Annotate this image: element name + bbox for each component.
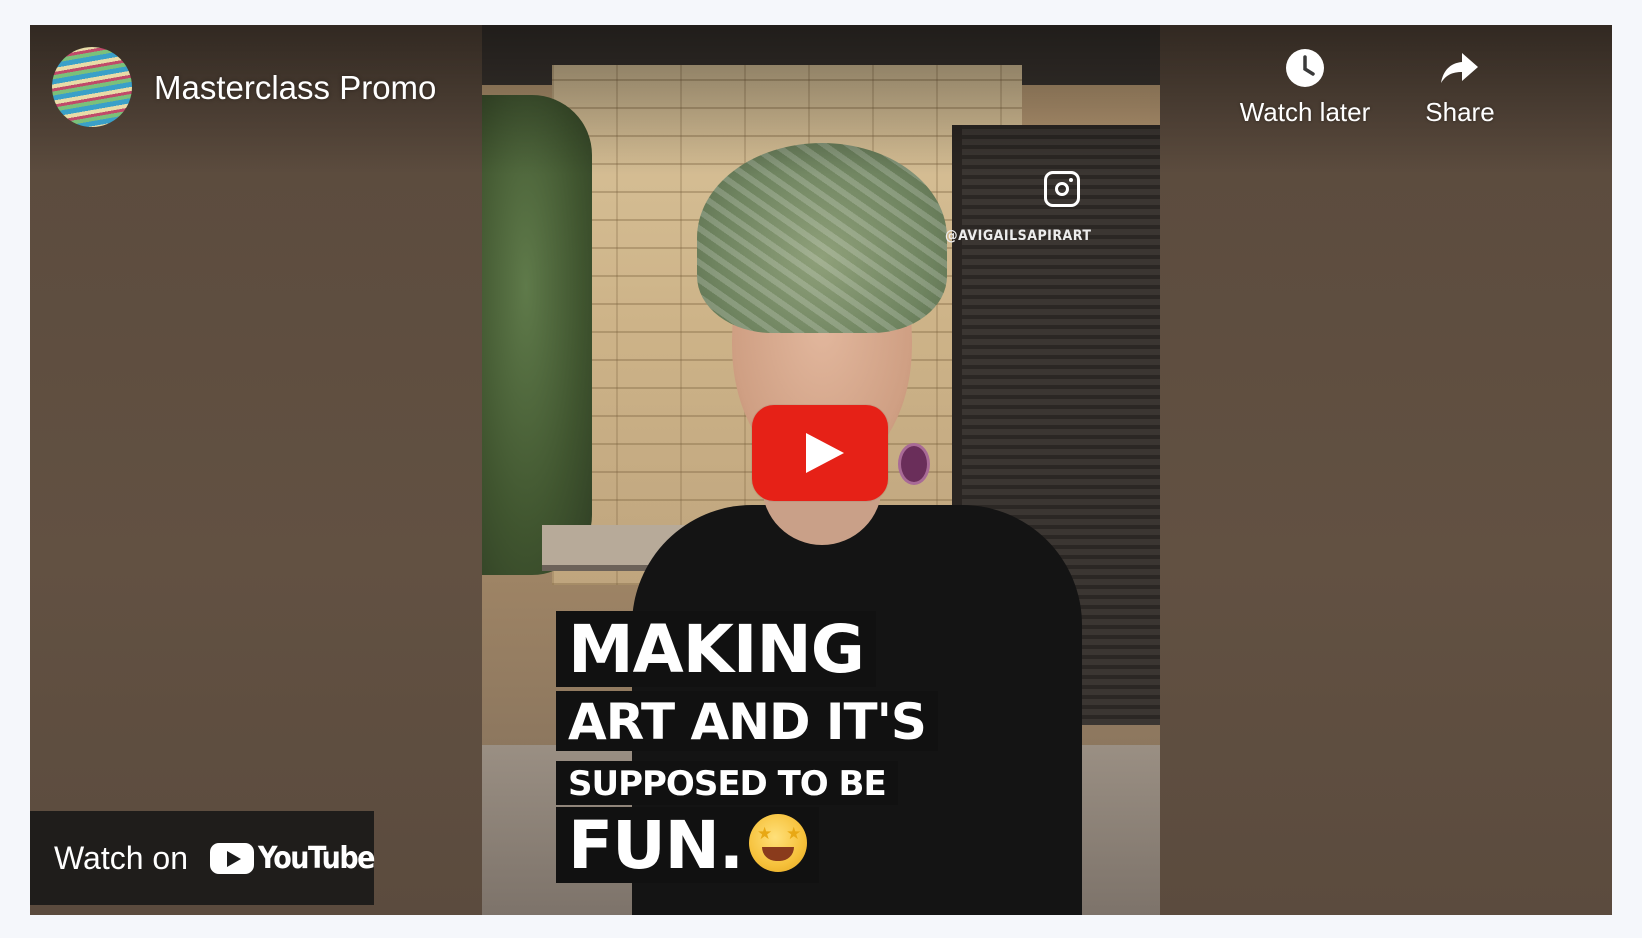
caption-line-3: SUPPOSED TO BE (556, 761, 898, 805)
channel-avatar[interactable] (52, 47, 132, 127)
watch-later-label: Watch later (1239, 97, 1371, 127)
thumbnail-earring (898, 443, 930, 485)
caption-line-4-text: FUN. (568, 807, 744, 884)
youtube-logo: YouTube (209, 840, 376, 876)
share-arrow-icon (1441, 53, 1478, 83)
caption-line-1: MAKING (556, 611, 876, 687)
star-struck-emoji-icon (749, 814, 807, 872)
youtube-play-icon (209, 842, 254, 874)
watch-later-button[interactable]: Watch later (1230, 47, 1380, 128)
play-button[interactable] (752, 405, 888, 501)
video-title[interactable]: Masterclass Promo (154, 69, 436, 107)
clock-icon (1286, 49, 1324, 87)
watch-on-youtube-button[interactable]: Watch on YouTube (30, 811, 376, 905)
caption-line-2: ART AND IT'S (556, 691, 938, 751)
share-button[interactable]: Share (1410, 47, 1510, 128)
instagram-handle: @AVIGAILSAPIRART (945, 228, 1092, 244)
caption-line-4: FUN. (556, 807, 819, 883)
youtube-wordmark: YouTube (257, 840, 376, 876)
watch-on-label: Watch on (54, 839, 188, 876)
instagram-icon (1044, 171, 1080, 207)
share-label: Share (1425, 97, 1495, 127)
embedded-video-player[interactable]: @AVIGAILSAPIRART MAKING ART AND IT'S SUP… (30, 25, 1612, 915)
